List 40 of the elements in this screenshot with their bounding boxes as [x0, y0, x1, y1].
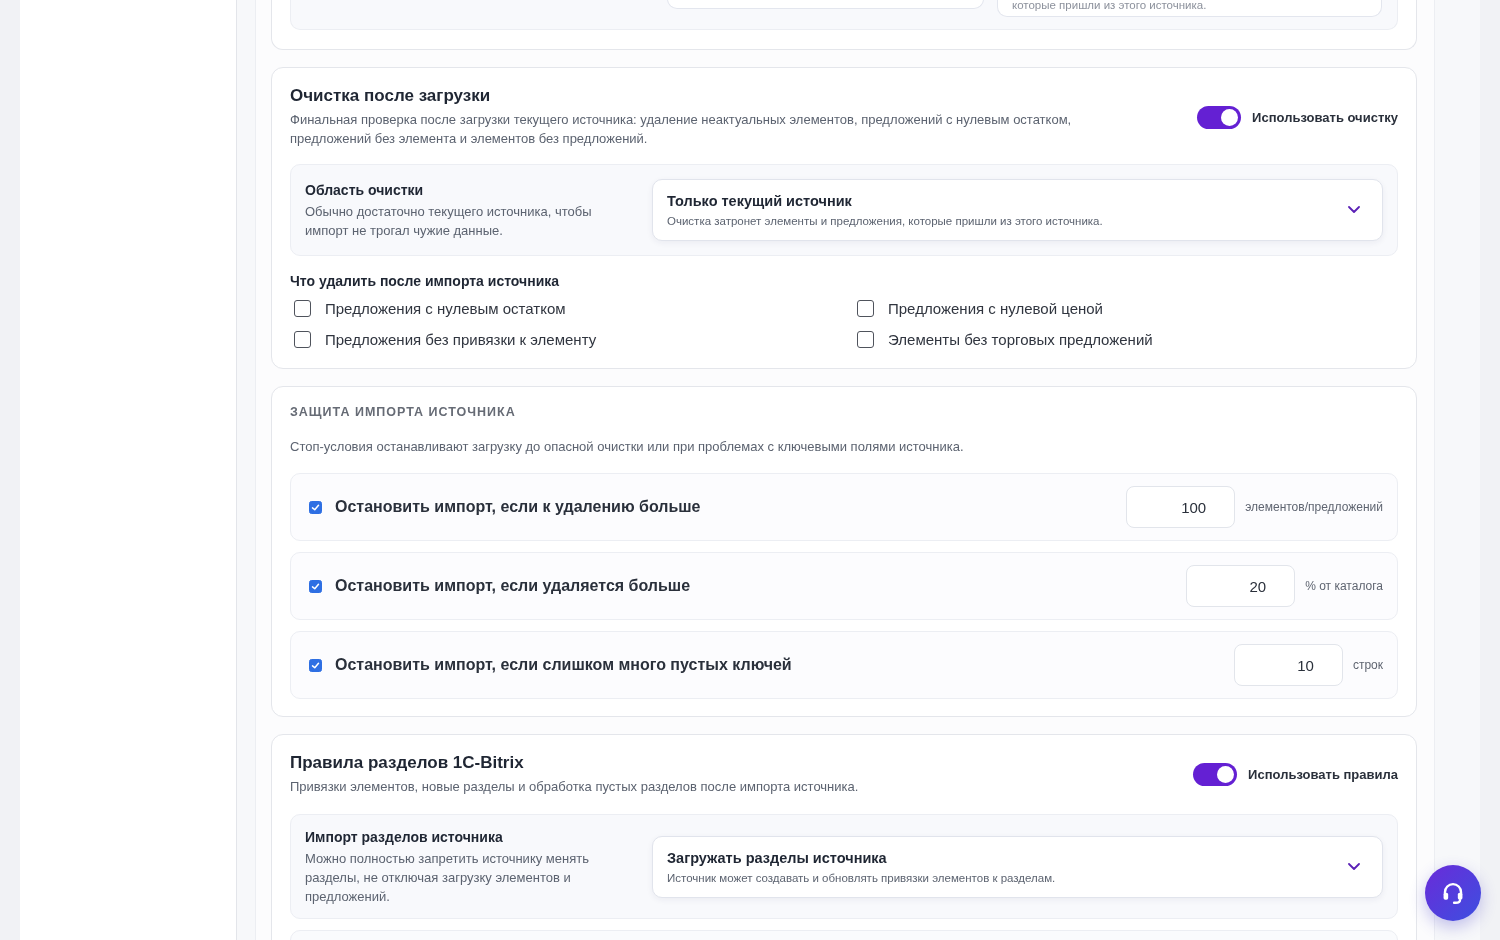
checkbox[interactable] — [309, 500, 322, 514]
chevron-down-icon — [1348, 862, 1360, 871]
toggle-switch[interactable] — [1197, 105, 1242, 129]
toggle-label: Использовать правила — [1248, 767, 1398, 782]
section-description: Стоп-условия останавливают загрузку до опасной очистки или при проблемах с ключевыми полями источника. — [290, 438, 965, 456]
checkbox-label: Предложения без привязки к элементу — [325, 331, 597, 348]
checkbox-label: Элементы без торговых предложений — [888, 331, 1153, 348]
option-title: Область очистки — [305, 181, 425, 200]
section-title: Очистка после загрузки — [290, 86, 492, 106]
checkbox[interactable] — [294, 300, 311, 317]
unit-label: элементов/предложений — [1245, 500, 1383, 514]
toggle-switch[interactable] — [1193, 763, 1238, 786]
headset-icon — [1442, 882, 1464, 904]
section-description: Привязки элементов, новые разделы и обработка пустых разделов после импорта источника. — [290, 778, 859, 796]
section-description: Финальная проверка после загрузки текущего источника: удаление неактуальных элементов, предложений с нулевым остатком, предложений без элемента и элементов без предложений. — [290, 111, 1073, 148]
rule-label: Остановить импорт, если слишком много пустых ключей — [335, 656, 792, 674]
checkbox-label: Предложения с нулевым остатком — [325, 300, 566, 317]
checkbox[interactable] — [309, 579, 322, 593]
section-import-select[interactable]: Загружать разделы источника Источник может создавать и обновлять привязки элементов к разделам. — [652, 835, 1383, 898]
number-field[interactable]: 10 — [1233, 644, 1343, 686]
scope-select[interactable]: Только текущий источник Очистка затронет элементы и предложения, которые пришли из этого источника. — [652, 179, 1383, 241]
number-field[interactable]: 20 — [1186, 565, 1296, 607]
checkbox-label: Предложения с нулевой ценой — [888, 300, 1103, 317]
options-heading: Что удалить после импорта источника — [290, 272, 561, 290]
toggle-label: Использовать очистку — [1252, 109, 1398, 125]
option-description: Обычно достаточно текущего источника, чтобы импорт не трогал чужие данные. — [305, 203, 593, 240]
section-heading: ЗАЩИТА ИМПОРТА ИСТОЧНИКА — [290, 405, 517, 420]
checkbox[interactable] — [309, 658, 322, 672]
option-title: Импорт разделов источника — [305, 828, 504, 847]
checkbox[interactable] — [857, 300, 874, 317]
checkbox[interactable] — [857, 331, 874, 348]
section-title: Правила разделов 1C-Bitrix — [290, 753, 525, 773]
option-description: Можно полностью запретить источнику менять разделы, не отключая загрузку элементов и предложений. — [305, 850, 590, 906]
unit-label: % от каталога — [1305, 579, 1383, 593]
rule-label: Остановить импорт, если к удалению больше — [335, 498, 701, 516]
unit-label: строк — [1352, 658, 1383, 672]
rule-label: Остановить импорт, если удаляется больше — [335, 577, 691, 595]
number-field[interactable]: 100 — [1126, 486, 1236, 528]
checkbox[interactable] — [294, 331, 311, 348]
chevron-down-icon — [1348, 206, 1360, 214]
